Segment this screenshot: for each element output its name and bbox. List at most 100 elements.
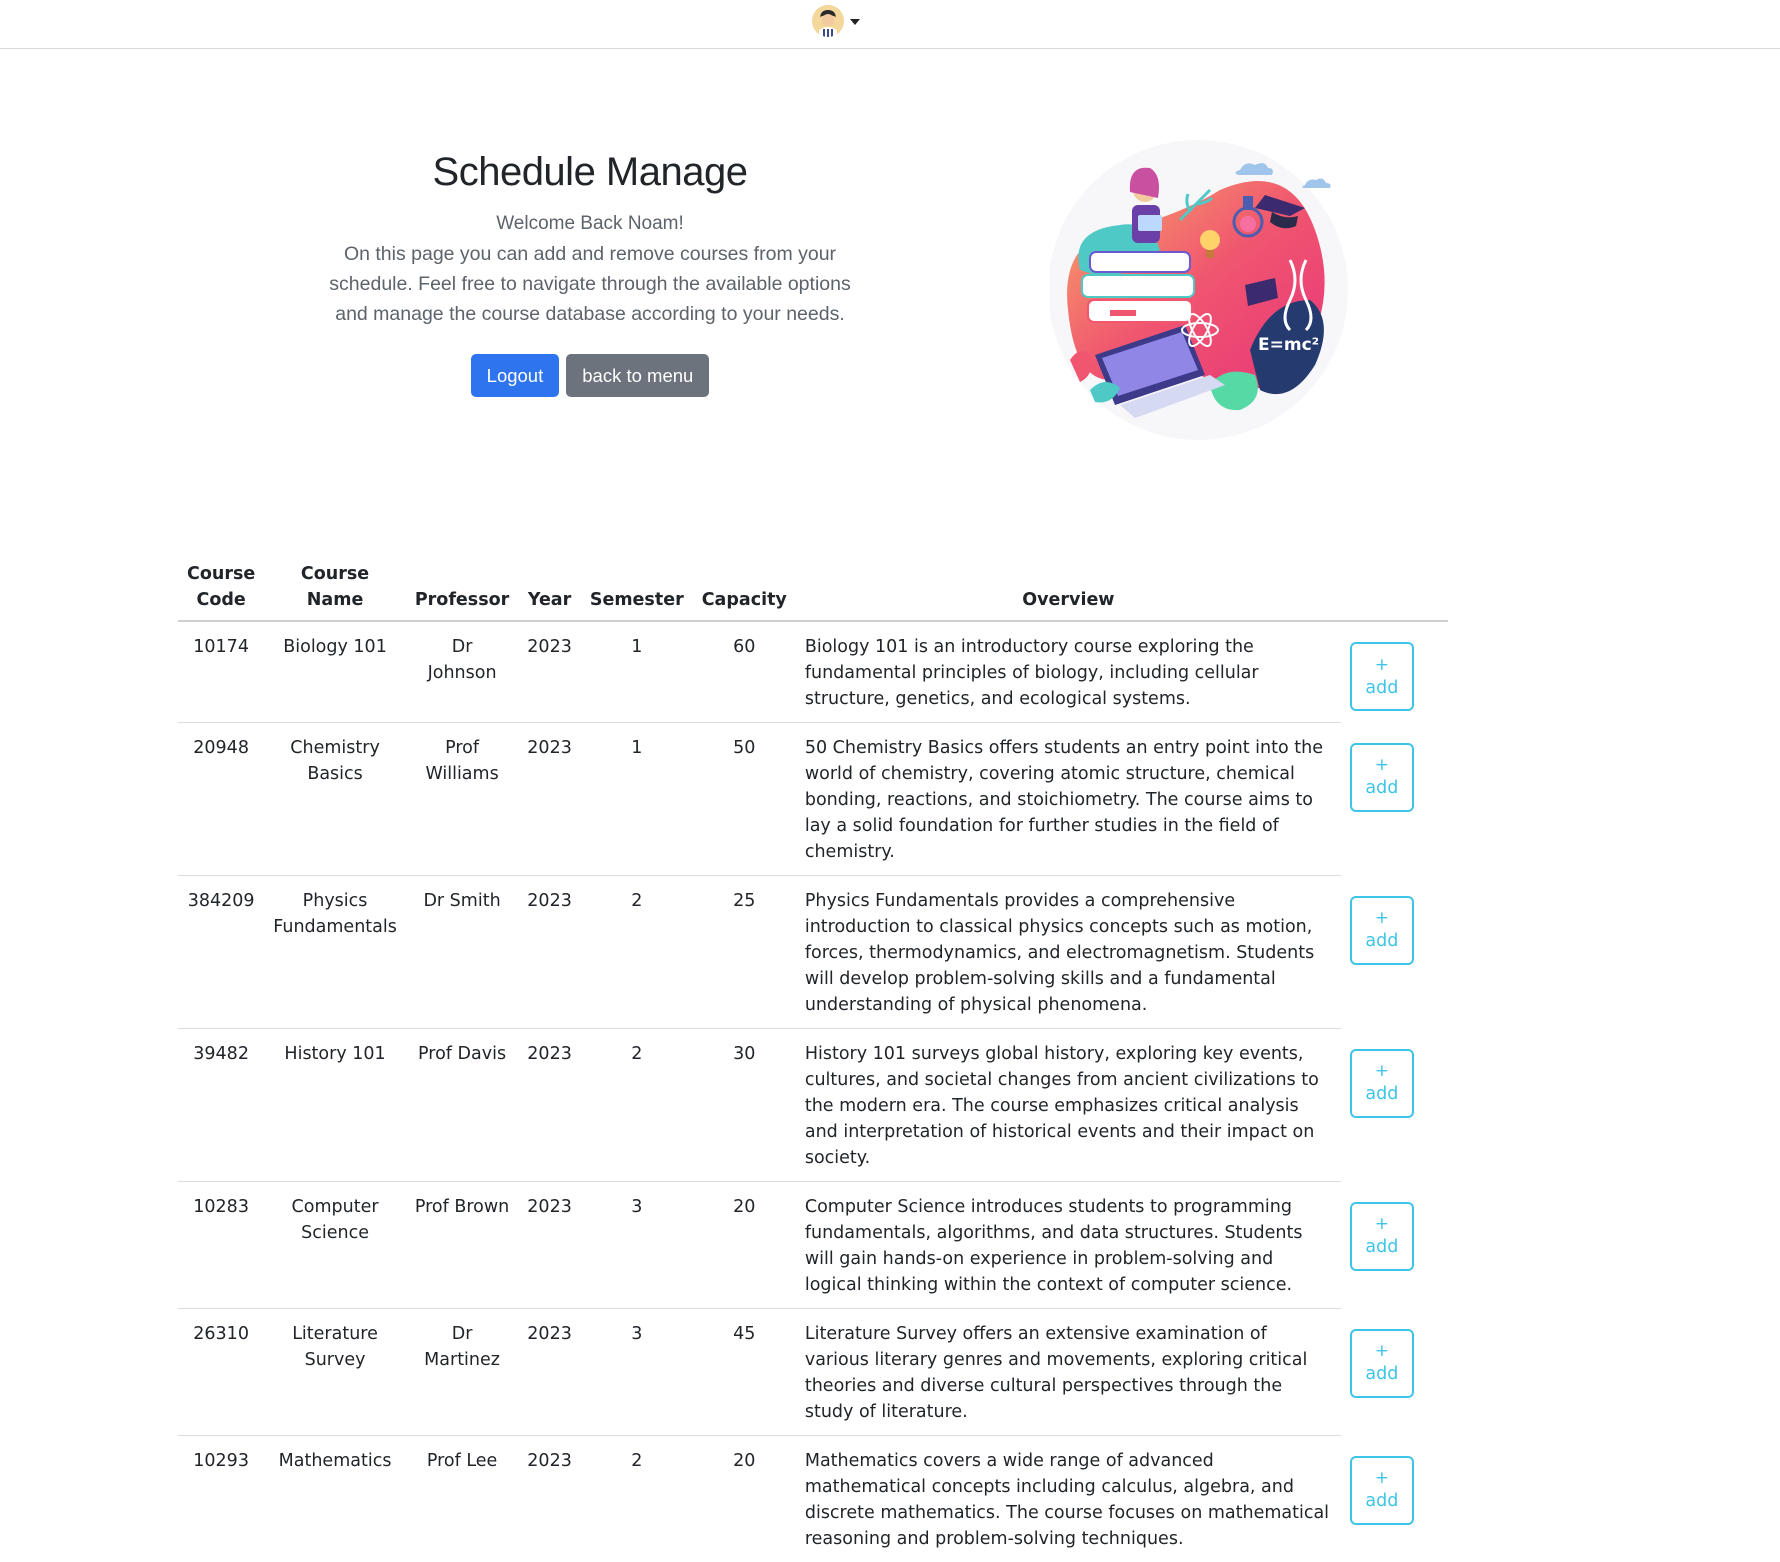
cell-professor: Prof Williams [406,723,518,876]
cell-year: 2023 [518,723,581,876]
cell-capacity: 25 [693,876,796,1029]
add-course-button[interactable]: +add [1350,1202,1414,1271]
back-to-menu-button[interactable]: back to menu [566,354,709,397]
cell-course-code: 384209 [178,876,264,1029]
cell-capacity: 30 [693,1029,796,1182]
cell-action: +add [1341,876,1448,1029]
cell-course-name: History 101 [264,1029,406,1182]
emc2-label: E=mc² [1258,335,1319,355]
cell-course-name: Mathematics [264,1436,406,1562]
cell-professor: Prof Brown [406,1182,518,1309]
header-capacity: Capacity [693,555,796,621]
cell-overview: Biology 101 is an introductory course ex… [796,621,1341,723]
add-button-label: add [1365,1082,1398,1106]
cell-semester: 2 [581,876,693,1029]
cell-semester: 2 [581,1029,693,1182]
cell-professor: Prof Lee [406,1436,518,1562]
cell-course-code: 26310 [178,1309,264,1436]
cell-course-name: Literature Survey [264,1309,406,1436]
table-row: 39482History 101Prof Davis2023230History… [178,1029,1448,1182]
table-row: 26310Literature SurveyDr Martinez2023345… [178,1309,1448,1436]
header-course-name: Course Name [264,555,406,621]
cell-action: +add [1341,621,1448,723]
cell-professor: Dr Johnson [406,621,518,723]
cell-year: 2023 [518,1436,581,1562]
plus-icon: + [1375,1060,1389,1082]
cell-action: +add [1341,1436,1448,1562]
add-course-button[interactable]: +add [1350,896,1414,965]
courses-table-container: Course Code Course Name Professor Year S… [178,555,1448,1562]
welcome-message: Welcome Back Noam! [300,209,880,239]
add-button-label: add [1365,1235,1398,1259]
table-row: 20948Chemistry BasicsProf Williams202315… [178,723,1448,876]
add-course-button[interactable]: +add [1350,1049,1414,1118]
table-row: 10174Biology 101Dr Johnson2023160Biology… [178,621,1448,723]
cell-professor: Dr Smith [406,876,518,1029]
add-button-label: add [1365,1362,1398,1386]
header-course-code: Course Code [178,555,264,621]
cell-course-name: Computer Science [264,1182,406,1309]
cell-semester: 1 [581,723,693,876]
cell-professor: Dr Martinez [406,1309,518,1436]
table-row: 10293MathematicsProf Lee2023220Mathemati… [178,1436,1448,1562]
add-course-button[interactable]: +add [1350,743,1414,812]
cell-year: 2023 [518,876,581,1029]
user-menu-toggle[interactable] [812,4,860,38]
cell-semester: 2 [581,1436,693,1562]
plus-icon: + [1375,1213,1389,1235]
cell-year: 2023 [518,1029,581,1182]
plus-icon: + [1375,654,1389,676]
cell-course-name: Chemistry Basics [264,723,406,876]
user-avatar-icon [812,5,844,37]
cell-capacity: 45 [693,1309,796,1436]
cell-semester: 1 [581,621,693,723]
page-description: On this page you can add and remove cour… [313,239,868,329]
cell-overview: Physics Fundamentals provides a comprehe… [796,876,1341,1029]
header-year: Year [518,555,581,621]
header-semester: Semester [581,555,693,621]
add-course-button[interactable]: +add [1350,1456,1414,1525]
cell-capacity: 20 [693,1436,796,1562]
hero-section: Schedule Manage Welcome Back Noam! On th… [300,150,880,397]
page-title: Schedule Manage [300,150,880,195]
cell-overview: Literature Survey offers an extensive ex… [796,1309,1341,1436]
add-button-label: add [1365,776,1398,800]
cell-course-code: 10174 [178,621,264,723]
cell-action: +add [1341,1029,1448,1182]
cell-overview: 50 Chemistry Basics offers students an e… [796,723,1341,876]
cell-action: +add [1341,1182,1448,1309]
cell-course-name: Biology 101 [264,621,406,723]
hero-actions: Logout back to menu [300,354,880,397]
table-body: 10174Biology 101Dr Johnson2023160Biology… [178,621,1448,1562]
plus-icon: + [1375,907,1389,929]
add-button-label: add [1365,929,1398,953]
plus-icon: + [1375,1467,1389,1489]
table-header-row: Course Code Course Name Professor Year S… [178,555,1448,621]
plus-icon: + [1375,1340,1389,1362]
cell-professor: Prof Davis [406,1029,518,1182]
cell-year: 2023 [518,621,581,723]
cell-overview: Mathematics covers a wide range of advan… [796,1436,1341,1562]
logout-button[interactable]: Logout [471,354,560,397]
top-navbar [0,0,1780,49]
caret-down-icon [850,19,860,25]
plus-icon: + [1375,754,1389,776]
add-course-button[interactable]: +add [1350,1329,1414,1398]
cell-course-code: 20948 [178,723,264,876]
add-button-label: add [1365,1489,1398,1513]
cell-action: +add [1341,723,1448,876]
cell-year: 2023 [518,1309,581,1436]
cell-capacity: 60 [693,621,796,723]
header-overview: Overview [796,555,1341,621]
cell-capacity: 50 [693,723,796,876]
table-row: 384209Physics FundamentalsDr Smith202322… [178,876,1448,1029]
add-course-button[interactable]: +add [1350,642,1414,711]
cell-overview: Computer Science introduces students to … [796,1182,1341,1309]
cell-course-code: 39482 [178,1029,264,1182]
cell-year: 2023 [518,1182,581,1309]
table-row: 10283Computer ScienceProf Brown2023320Co… [178,1182,1448,1309]
cell-course-name: Physics Fundamentals [264,876,406,1029]
cell-semester: 3 [581,1309,693,1436]
cell-course-code: 10293 [178,1436,264,1562]
cell-course-code: 10283 [178,1182,264,1309]
